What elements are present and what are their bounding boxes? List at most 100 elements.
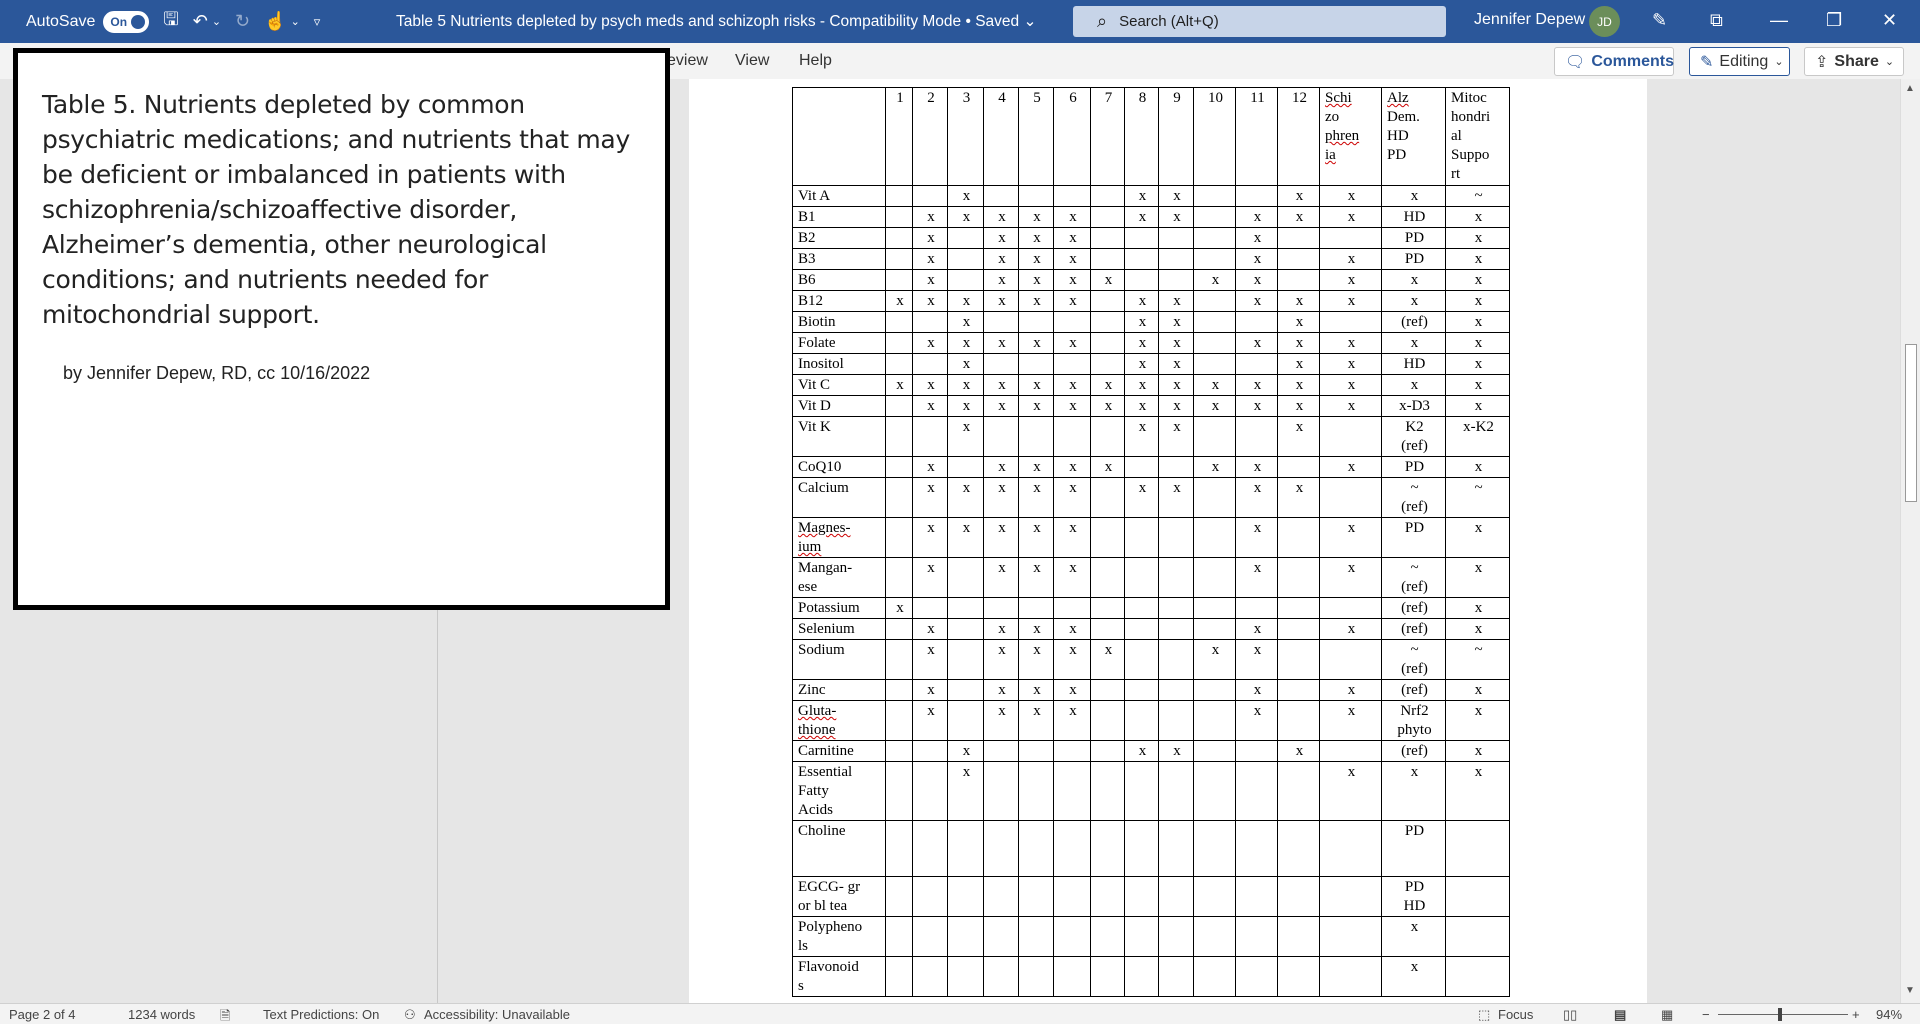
table-cell[interactable]: x (983, 332, 1019, 354)
table-cell[interactable]: x (885, 374, 913, 396)
text-predictions-status[interactable]: Text Predictions: On (263, 1007, 379, 1022)
table-cell[interactable] (1124, 227, 1159, 249)
table-header-cell[interactable]: 7 (1090, 87, 1125, 186)
table-cell[interactable]: x (1235, 290, 1278, 312)
table-cell[interactable]: x (1053, 639, 1091, 680)
table-cell[interactable] (947, 876, 984, 917)
table-header-cell[interactable]: 10 (1193, 87, 1236, 186)
table-cell[interactable]: x (1018, 477, 1054, 518)
table-cell[interactable]: x (1277, 185, 1320, 207)
tab-view[interactable]: View (735, 52, 769, 70)
table-cell[interactable]: x (912, 269, 948, 291)
table-cell[interactable] (1158, 876, 1194, 917)
table-cell[interactable]: x (947, 517, 984, 558)
caption-textbox[interactable]: Table 5. Nutrients depleted by common ps… (13, 48, 670, 610)
table-cell[interactable] (912, 311, 948, 333)
table-header-cell[interactable]: 6 (1053, 87, 1091, 186)
table-cell[interactable] (1124, 679, 1159, 701)
table-cell[interactable] (1053, 597, 1091, 619)
table-cell[interactable]: x (1018, 269, 1054, 291)
table-cell[interactable] (1158, 761, 1194, 821)
table-cell[interactable]: x (1319, 290, 1382, 312)
table-cell[interactable]: x (983, 679, 1019, 701)
table-cell[interactable] (1124, 618, 1159, 640)
table-cell[interactable] (1018, 820, 1054, 877)
table-cell[interactable]: x (912, 290, 948, 312)
table-cell[interactable]: x (983, 290, 1019, 312)
table-cell[interactable] (1158, 456, 1194, 478)
table-cell[interactable]: x (1381, 956, 1446, 997)
table-cell[interactable] (1277, 618, 1320, 640)
row-label[interactable]: Carnitine (792, 740, 886, 762)
table-cell[interactable] (947, 248, 984, 270)
table-cell[interactable]: x (1277, 353, 1320, 375)
table-cell[interactable]: x (1235, 269, 1278, 291)
table-cell[interactable]: x (947, 477, 984, 518)
table-cell[interactable]: x (1158, 416, 1194, 457)
table-cell[interactable]: x (947, 311, 984, 333)
table-cell[interactable]: x (1018, 557, 1054, 598)
table-cell[interactable]: ~ (ref) (1381, 639, 1446, 680)
table-cell[interactable]: (ref) (1381, 311, 1446, 333)
table-cell[interactable]: K2 (ref) (1381, 416, 1446, 457)
zoom-slider[interactable] (1718, 1014, 1848, 1015)
table-cell[interactable] (1158, 597, 1194, 619)
table-cell[interactable] (1193, 916, 1236, 957)
table-cell[interactable] (983, 311, 1019, 333)
table-cell[interactable] (1018, 353, 1054, 375)
table-cell[interactable]: x (947, 353, 984, 375)
row-label[interactable]: Vit D (792, 395, 886, 417)
table-cell[interactable] (912, 956, 948, 997)
table-cell[interactable]: x (1235, 618, 1278, 640)
table-cell[interactable]: HD (1381, 353, 1446, 375)
table-cell[interactable] (885, 416, 913, 457)
table-cell[interactable]: x (1277, 290, 1320, 312)
table-cell[interactable] (1158, 248, 1194, 270)
table-cell[interactable] (1193, 185, 1236, 207)
table-cell[interactable] (1319, 820, 1382, 877)
table-cell[interactable]: x (1158, 311, 1194, 333)
table-cell[interactable]: x (1018, 332, 1054, 354)
table-cell[interactable] (1319, 956, 1382, 997)
table-cell[interactable]: x (1053, 269, 1091, 291)
row-label[interactable]: Mangan-ese (792, 557, 886, 598)
table-cell[interactable]: x (1124, 416, 1159, 457)
table-header-cell[interactable]: Alz Dem. HD PD (1381, 87, 1446, 186)
table-cell[interactable] (1235, 956, 1278, 997)
search-box[interactable]: ⌕ Search (Alt+Q) (1073, 6, 1446, 37)
table-cell[interactable] (983, 876, 1019, 917)
table-cell[interactable]: x (1158, 290, 1194, 312)
table-cell[interactable]: x (1445, 269, 1510, 291)
table-cell[interactable]: x (1018, 679, 1054, 701)
table-cell[interactable]: x (947, 206, 984, 228)
table-cell[interactable] (1090, 185, 1125, 207)
row-label[interactable]: Essential Fatty Acids (792, 761, 886, 821)
table-cell[interactable] (1124, 248, 1159, 270)
table-header-cell[interactable]: 3 (947, 87, 984, 186)
table-cell[interactable] (885, 311, 913, 333)
table-cell[interactable]: x (1445, 618, 1510, 640)
table-cell[interactable] (1277, 227, 1320, 249)
table-cell[interactable]: (ref) (1381, 618, 1446, 640)
table-cell[interactable] (1193, 227, 1236, 249)
table-cell[interactable] (1018, 956, 1054, 997)
table-cell[interactable]: x (1018, 456, 1054, 478)
table-header-cell[interactable]: Mitoc hondri al Suppo rt (1445, 87, 1510, 186)
table-cell[interactable]: x (1193, 374, 1236, 396)
table-cell[interactable]: x (1053, 248, 1091, 270)
table-cell[interactable]: x (1053, 332, 1091, 354)
table-cell[interactable] (1193, 248, 1236, 270)
table-cell[interactable] (1193, 477, 1236, 518)
table-cell[interactable] (1124, 269, 1159, 291)
table-cell[interactable]: ~ (ref) (1381, 477, 1446, 518)
table-cell[interactable]: x (947, 332, 984, 354)
table-cell[interactable]: x (947, 374, 984, 396)
table-cell[interactable] (1053, 185, 1091, 207)
row-label[interactable]: B6 (792, 269, 886, 291)
table-cell[interactable]: x (1018, 517, 1054, 558)
table-cell[interactable] (912, 740, 948, 762)
table-cell[interactable] (1090, 876, 1125, 917)
table-cell[interactable] (1319, 740, 1382, 762)
row-label[interactable]: Calcium (792, 477, 886, 518)
table-cell[interactable]: x (1018, 700, 1054, 741)
